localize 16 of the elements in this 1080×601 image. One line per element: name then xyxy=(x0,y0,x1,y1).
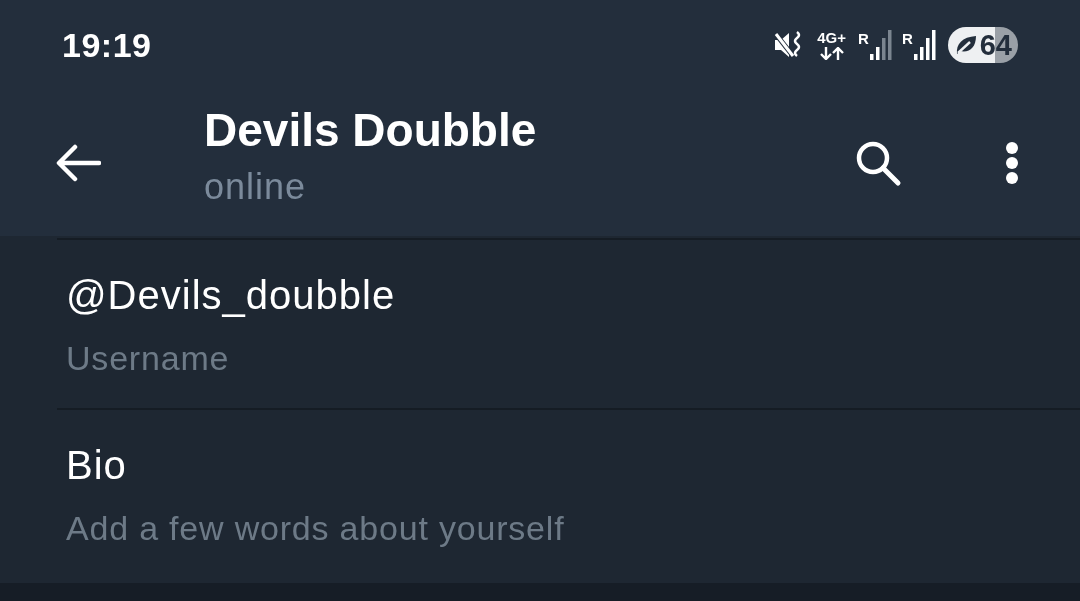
data-arrows-icon xyxy=(818,47,845,60)
status-time: 19:19 xyxy=(62,28,152,62)
roaming-label: R xyxy=(901,31,913,46)
roaming-label: R xyxy=(858,31,869,46)
chat-title: Devils Doubble xyxy=(204,106,537,154)
online-status: online xyxy=(204,166,308,208)
info-caption: Add a few words about yourself xyxy=(66,509,565,547)
back-arrow-icon xyxy=(55,144,101,182)
more-options-icon xyxy=(1005,141,1019,185)
signal-bars-icon xyxy=(913,30,936,60)
signal-bars-icon xyxy=(869,30,892,60)
network-type-label: 4G+ xyxy=(817,30,847,45)
info-text: @Devils_doubble xyxy=(66,273,396,318)
info-caption: Username xyxy=(66,339,230,377)
info-text: Bio xyxy=(66,443,127,488)
search-icon xyxy=(854,139,902,187)
